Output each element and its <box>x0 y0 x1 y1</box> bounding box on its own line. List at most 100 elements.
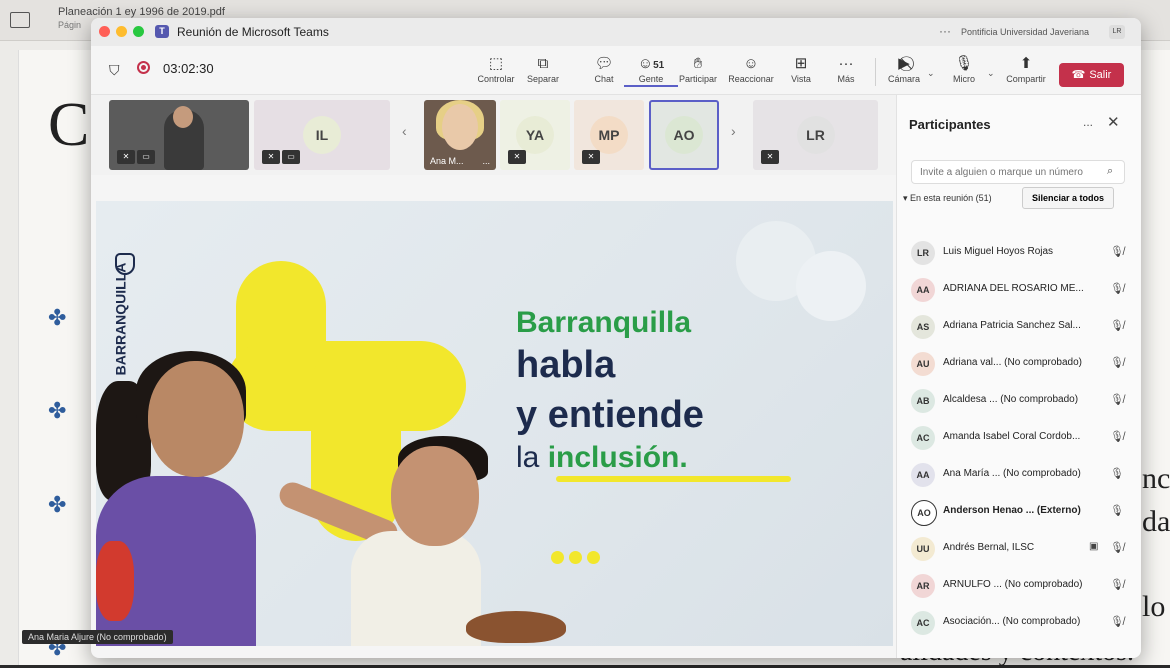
account-avatar[interactable]: LR <box>1109 25 1125 39</box>
mic-off-icon: 🎙︎̸ <box>1110 246 1124 258</box>
tile-initials: MP <box>590 116 628 154</box>
section-header[interactable]: ▾ En esta reunión (51) <box>903 193 992 204</box>
participant-tile[interactable]: LR ✕ <box>753 100 878 170</box>
document-text-fragment: nc <box>1142 462 1170 495</box>
tile-initials: YA <box>516 116 554 154</box>
react-button[interactable]: ☺ Reaccionar <box>724 54 778 84</box>
illustration-bowl <box>466 611 566 643</box>
participant-row[interactable]: LR Luis Miguel Hoyos Rojas 🎙︎̸ <box>905 237 1135 269</box>
mic-off-icon: 🎙︎̸ <box>1110 616 1124 628</box>
title-bar: T Reunión de Microsoft Teams ··· Pontifi… <box>91 18 1141 47</box>
control-icon: ⬚ <box>488 55 504 72</box>
video-tile[interactable]: ✕ ▭ <box>109 100 249 170</box>
zoom-window-button[interactable] <box>133 26 144 37</box>
participant-row[interactable]: AO Anderson Henao ... (Externo) 🎙︎ <box>905 496 1135 528</box>
sidebar-toggle-icon[interactable] <box>10 12 30 28</box>
teams-window: T Reunión de Microsoft Teams ··· Pontifi… <box>91 18 1141 658</box>
video-person-head <box>173 106 193 128</box>
button-label: Más <box>837 74 855 84</box>
barranquilla-logo: BARRANQUILLA <box>106 231 136 391</box>
participant-tile[interactable]: YA ✕ <box>500 100 570 170</box>
avatar: AA <box>911 463 935 487</box>
camera-button[interactable]: ▶︎⃠ Cámara <box>877 54 931 84</box>
yellow-dot <box>587 551 600 564</box>
participant-tile[interactable]: MP ✕ <box>574 100 644 170</box>
participant-row[interactable]: AB Alcaldesa ... (No comprobado) 🎙︎̸ <box>905 385 1135 417</box>
mic-off-icon: 🎙︎̸ <box>1110 579 1124 591</box>
clover-bullet-icon: ✤ <box>48 492 67 517</box>
mic-icon: 🎙︎ <box>1110 468 1124 480</box>
participants-panel: Participantes ... ✕ ⌕ ▾ En esta reunión … <box>896 95 1141 658</box>
participant-row[interactable]: AC Amanda Isabel Coral Cordob... 🎙︎̸ <box>905 422 1135 454</box>
tile-initials: IL <box>303 116 341 154</box>
mic-off-icon: 🎙︎̸ <box>1110 431 1124 443</box>
participant-row[interactable]: AU Adriana val... (No comprobado) 🎙︎̸ <box>905 348 1135 380</box>
chevron-down-icon[interactable]: ⌄ <box>927 68 935 79</box>
avatar: AO <box>911 500 937 526</box>
participant-name: Luis Miguel Hoyos Rojas <box>943 246 1054 257</box>
people-button[interactable]: ☺︎51 Gente <box>624 54 678 87</box>
button-label: Cámara <box>887 74 920 84</box>
chevron-down-icon[interactable]: ⌄ <box>987 68 995 79</box>
close-icon[interactable]: ✕ <box>1107 113 1120 131</box>
clover-bullet-icon: ✤ <box>48 305 67 330</box>
participant-row[interactable]: AA Ana María ... (No comprobado) 🎙︎ <box>905 459 1135 491</box>
participant-tile[interactable]: IL ✕ ▭ <box>254 100 390 170</box>
close-window-button[interactable] <box>99 26 110 37</box>
mic-off-icon: ✕ <box>117 150 135 164</box>
button-label: Reaccionar <box>728 74 774 84</box>
share-icon: ⬆︎ <box>1019 55 1033 72</box>
teams-logo-icon: T <box>155 25 169 38</box>
more-options-icon[interactable]: ··· <box>939 24 951 38</box>
screen-share-icon: ▭ <box>137 150 155 164</box>
button-label: Compartir <box>1006 74 1046 84</box>
speaker-caption: Ana Maria Aljure (No comprobado) <box>22 630 173 644</box>
document-title: Planeación 1 ey 1996 de 2019.pdf <box>58 6 225 18</box>
more-icon[interactable]: ... <box>482 156 490 166</box>
button-label: Gente <box>624 74 678 87</box>
raise-hand-icon: ✋︎ <box>693 55 703 72</box>
more-button[interactable]: ··· Más <box>819 54 873 84</box>
more-icon[interactable]: ... <box>1083 115 1093 129</box>
video-tile[interactable]: Ana M... ... <box>424 100 496 170</box>
shield-icon[interactable]: ⛉ <box>109 62 120 79</box>
participant-row[interactable]: AS Adriana Patricia Sanchez Sal... 🎙︎̸ <box>905 311 1135 343</box>
participant-name: ADRIANA DEL ROSARIO ME... <box>943 283 1084 294</box>
chevron-right-icon[interactable]: › <box>731 123 736 139</box>
participant-row[interactable]: UU Andrés Bernal, ILSC 🎙︎̸ ▣ <box>905 533 1135 565</box>
leave-button[interactable]: ☎︎ Salir <box>1059 63 1124 87</box>
tile-initials: AO <box>665 116 703 154</box>
window-title: Reunión de Microsoft Teams <box>177 25 329 39</box>
participant-thumbnails: ✕ ▭ IL ✕ ▭ ‹ Ana M... ... YA ✕ MP ✕ AO ›… <box>91 95 896 175</box>
organization-name: Pontificia Universidad Javeriana <box>961 27 1090 37</box>
avatar: AU <box>911 352 935 376</box>
control-button[interactable]: ⬚ Controlar <box>469 54 523 84</box>
clover-bullet-icon: ✤ <box>48 398 67 423</box>
toolbar-divider <box>875 58 876 86</box>
yellow-dot <box>551 551 564 564</box>
mic-off-icon: 🎙︎̸ <box>1110 542 1124 554</box>
raise-hand-button[interactable]: ✋︎ Participar <box>671 54 725 84</box>
mic-button[interactable]: 🎙︎ Micro <box>937 54 991 84</box>
participant-tile-active[interactable]: AO <box>649 100 719 170</box>
popout-button[interactable]: ⧉ Separar <box>516 54 570 84</box>
share-button[interactable]: ⬆︎ Compartir <box>999 54 1053 84</box>
recording-icon <box>137 61 150 74</box>
chat-button[interactable]: 💬︎ Chat <box>577 54 631 84</box>
brand-text: BARRANQUILLA <box>112 262 129 376</box>
highlight-underline <box>556 476 791 482</box>
search-icon[interactable]: ⌕ <box>1107 165 1113 178</box>
mic-off-icon: 🎙︎̸ <box>1110 357 1124 369</box>
button-label: Separar <box>526 74 560 84</box>
participant-row[interactable]: AC Asociación... (No comprobado) 🎙︎̸ <box>905 607 1135 639</box>
participant-row[interactable]: AA ADRIANA DEL ROSARIO ME... 🎙︎̸ <box>905 274 1135 306</box>
minimize-window-button[interactable] <box>116 26 127 37</box>
chevron-left-icon[interactable]: ‹ <box>402 123 407 139</box>
participant-name: Anderson Henao ... (Externo) <box>943 505 1081 516</box>
invite-search-input[interactable] <box>911 160 1125 184</box>
participant-row[interactable]: AR ARNULFO ... (No comprobado) 🎙︎̸ <box>905 570 1135 602</box>
mute-all-button[interactable]: Silenciar a todos <box>1022 187 1114 209</box>
chat-icon: 💬︎ <box>594 55 614 72</box>
button-label: Controlar <box>477 74 515 84</box>
shared-screen: BARRANQUILLA Barranquilla habla y entien… <box>96 201 893 646</box>
